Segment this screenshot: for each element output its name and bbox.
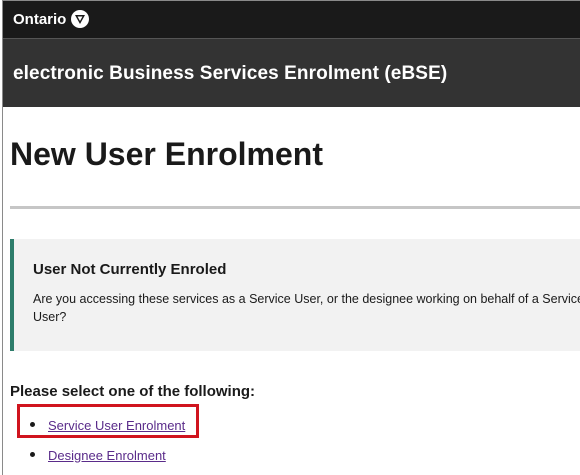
app-title: electronic Business Services Enrolment (… [13, 63, 448, 84]
page-title: New User Enrolment [10, 136, 323, 172]
notice-callout: User Not Currently Enroled Are you acces… [10, 239, 580, 351]
selection-prompt: Please select one of the following: [10, 383, 256, 400]
bullet-icon [30, 452, 35, 457]
notice-body: Are you accessing these services as a Se… [33, 292, 580, 324]
ontario-logo[interactable]: Ontario [13, 10, 90, 28]
list-item: Designee Enrolment [30, 440, 185, 470]
designee-enrolment-link[interactable]: Designee Enrolment [48, 448, 166, 463]
brand-name: Ontario [13, 10, 67, 28]
trillium-logo-icon [71, 10, 90, 28]
title-divider [10, 206, 580, 209]
highlight-annotation-box [17, 404, 199, 438]
notice-title: User Not Currently Enroled [33, 261, 227, 278]
app-header: electronic Business Services Enrolment (… [3, 38, 580, 107]
ontario-header: Ontario [3, 1, 580, 38]
